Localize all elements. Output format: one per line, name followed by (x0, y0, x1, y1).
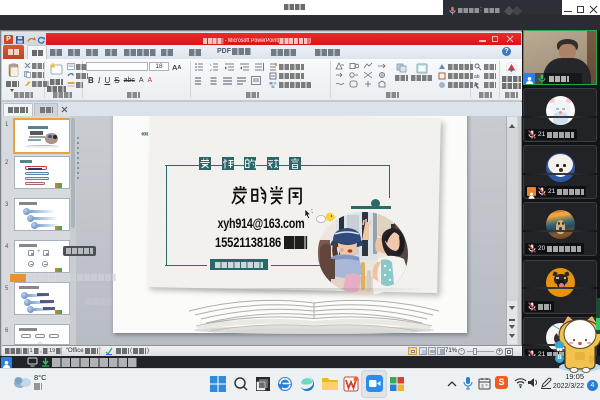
svg-text:2: 2 (210, 68, 212, 71)
svg-text:ab: ab (474, 74, 480, 80)
svg-text:1: 1 (210, 63, 212, 67)
